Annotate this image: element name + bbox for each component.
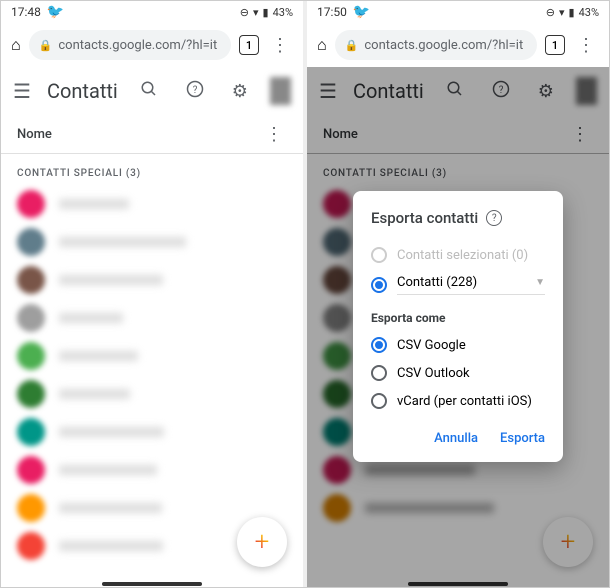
radio-icon [371,337,387,353]
export-dialog: Esporta contatti ? Contatti selezionati … [353,191,563,462]
status-time: 17:50 [317,5,347,19]
export-as-label: Esporta come [371,311,545,325]
browser-menu-icon[interactable]: ⋮ [267,35,293,56]
contact-avatar [17,380,45,408]
plus-icon: + [255,527,270,557]
radio-icon [371,277,387,293]
contact-name [59,275,163,285]
contact-name [59,465,157,475]
url-text: contacts.google.com/?hl=it [364,38,523,53]
contact-avatar [17,190,45,218]
battery-icon: ▮ [569,6,575,19]
divider [1,153,303,154]
contact-row[interactable] [1,185,303,223]
cancel-button[interactable]: Annulla [434,431,478,446]
contact-avatar [17,266,45,294]
status-time: 17:48 [11,5,41,19]
radio-all-contacts[interactable]: Contatti (228) ▼ [371,269,545,301]
do-not-disturb-icon: ⊖ [546,6,555,19]
battery-pct: 43% [273,6,293,19]
contact-avatar [17,532,45,560]
contact-row[interactable] [1,261,303,299]
contact-row[interactable] [1,337,303,375]
tab-switcher[interactable]: 1 [545,35,565,55]
settings-icon[interactable]: ⚙ [226,81,254,102]
column-name: Nome [17,127,52,142]
contact-row[interactable] [1,451,303,489]
contact-name [59,427,164,437]
menu-icon[interactable]: ☰ [13,79,31,103]
contact-avatar [17,304,45,332]
select-label: Contatti (228) [397,275,477,290]
do-not-disturb-icon: ⊖ [240,6,249,19]
url-text: contacts.google.com/?hl=it [58,38,217,53]
radio-icon [371,393,387,409]
browser-menu-icon[interactable]: ⋮ [573,35,599,56]
contact-name [59,351,138,361]
lock-icon: 🔒 [345,39,359,52]
url-field[interactable]: 🔒 contacts.google.com/?hl=it [29,30,231,60]
home-icon[interactable]: ⌂ [317,35,327,55]
battery-icon: ▮ [263,6,269,19]
radio-selected-contacts: Contatti selezionati (0) [371,241,545,269]
url-field[interactable]: 🔒 contacts.google.com/?hl=it [335,30,537,60]
contact-name [59,237,186,247]
contact-avatar [17,228,45,256]
status-bar: 17:48 🐦 ⊖ ▾ ▮ 43% [1,1,303,23]
contact-avatar [17,456,45,484]
create-contact-fab[interactable]: + [237,517,287,567]
twitter-icon: 🐦 [353,4,370,20]
nav-pill [102,582,202,586]
phone-right: 17:50 🐦 ⊖ ▾ ▮ 43% ⌂ 🔒 contacts.google.co… [307,1,609,587]
contact-row[interactable] [1,299,303,337]
column-header-row: Nome ⋮ [1,115,303,153]
radio-icon [371,365,387,381]
contact-row[interactable] [1,413,303,451]
wifi-icon: ▾ [253,6,259,19]
contact-avatar [17,418,45,446]
home-icon[interactable]: ⌂ [11,35,21,55]
search-icon[interactable] [134,80,164,103]
twitter-icon: 🐦 [47,4,64,20]
contact-avatar [17,494,45,522]
contact-avatar [17,342,45,370]
wifi-icon: ▾ [559,6,565,19]
contact-row[interactable] [1,375,303,413]
account-avatar[interactable] [270,77,291,105]
radio-icon [371,247,387,263]
status-bar: 17:50 🐦 ⊖ ▾ ▮ 43% [307,1,609,23]
radio-label: CSV Outlook [397,366,470,381]
contact-name [59,313,123,323]
contact-row[interactable] [1,223,303,261]
app-title: Contatti [47,79,118,103]
contact-name [59,199,129,209]
radio-vcard[interactable]: vCard (per contatti iOS) [371,387,545,415]
radio-csv-google[interactable]: CSV Google [371,331,545,359]
lock-icon: 🔒 [39,39,53,52]
contact-name [59,541,163,551]
tab-switcher[interactable]: 1 [239,35,259,55]
contact-name [59,389,130,399]
radio-csv-outlook[interactable]: CSV Outlook [371,359,545,387]
contact-name [59,503,162,513]
phone-left: 17:48 🐦 ⊖ ▾ ▮ 43% ⌂ 🔒 contacts.google.co… [1,1,303,587]
app-bar: ☰ Contatti ? ⚙ [1,67,303,115]
svg-text:?: ? [192,84,197,95]
section-header: CONTATTI SPECIALI (3) [1,158,303,185]
browser-url-bar: ⌂ 🔒 contacts.google.com/?hl=it 1 ⋮ [1,23,303,67]
dialog-help-icon[interactable]: ? [486,210,502,226]
export-button[interactable]: Esporta [500,431,545,446]
radio-label: Contatti selezionati (0) [397,248,528,263]
help-icon[interactable]: ? [180,80,210,103]
radio-label: vCard (per contatti iOS) [397,394,532,409]
browser-url-bar: ⌂ 🔒 contacts.google.com/?hl=it 1 ⋮ [307,23,609,67]
battery-pct: 43% [579,6,599,19]
sort-menu-icon[interactable]: ⋮ [261,124,287,145]
dropdown-caret-icon: ▼ [535,277,545,288]
radio-label: CSV Google [397,338,466,353]
dialog-title: Esporta contatti [371,209,478,227]
